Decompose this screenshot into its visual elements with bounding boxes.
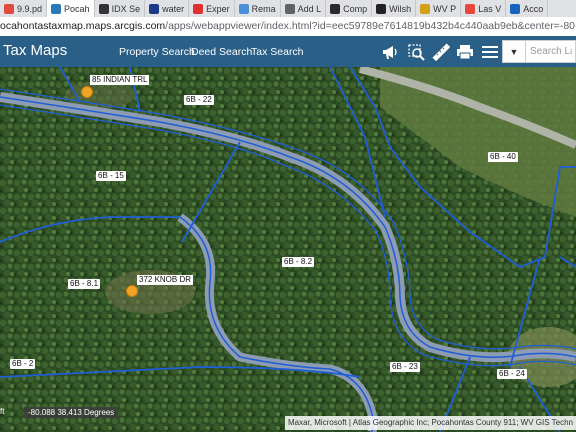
parcel-label[interactable]: 6B - 24 xyxy=(497,369,527,379)
url-path: /apps/webappviewer/index.html?id=eec5978… xyxy=(165,20,576,32)
browser-tab[interactable]: 9.9.pd xyxy=(0,0,48,17)
browser-tab[interactable]: WV P xyxy=(416,0,462,17)
tab-label: water xyxy=(162,3,185,14)
browser-tab[interactable]: Pocah xyxy=(47,0,95,17)
app-title: Tax Maps xyxy=(3,42,68,59)
address-pin[interactable] xyxy=(126,285,138,297)
tab-label: Wilsh xyxy=(389,3,412,14)
address-label: 372 KNOB DR xyxy=(137,275,194,285)
search-input[interactable] xyxy=(527,41,575,62)
scale-label: ft xyxy=(0,407,5,416)
tab-label: Exper xyxy=(206,3,230,14)
tab-favicon-icon xyxy=(98,3,109,14)
measure-icon[interactable] xyxy=(431,42,451,62)
megaphone-icon[interactable] xyxy=(380,42,400,62)
tab-label: Comp xyxy=(343,3,368,14)
address-pin[interactable] xyxy=(81,86,93,98)
tab-favicon-icon xyxy=(284,3,295,14)
parcel-label[interactable]: 6B - 23 xyxy=(390,362,420,372)
identify-icon[interactable] xyxy=(406,42,426,62)
tab-favicon-icon xyxy=(330,3,341,14)
tab-favicon-icon xyxy=(193,3,204,14)
list-icon[interactable] xyxy=(480,42,500,62)
tab-label: Rema xyxy=(251,3,276,14)
browser-tab[interactable]: Las V xyxy=(461,0,507,17)
search-dropdown-button[interactable]: ▼ xyxy=(503,41,526,62)
parcel-label[interactable]: 6B - 8.2 xyxy=(282,257,315,267)
deed-search-link[interactable]: Deed Search xyxy=(191,46,252,58)
coordinate-readout: -80.088 38.413 Degrees xyxy=(24,407,119,418)
url-host: ocahontastaxmap.maps.arcgis.com xyxy=(0,20,166,32)
tab-favicon-icon xyxy=(510,3,521,14)
tab-label: WV P xyxy=(433,3,457,14)
tab-favicon-icon xyxy=(376,3,387,14)
tax-search-link[interactable]: Tax Search xyxy=(251,46,304,58)
tab-label: 9.9.pd xyxy=(17,3,43,14)
browser-tab[interactable]: water xyxy=(145,0,190,17)
address-label: 85 INDIAN TRL xyxy=(90,75,150,85)
search-box: ▼ xyxy=(502,40,576,63)
browser-tab[interactable]: Add L xyxy=(281,0,327,17)
print-icon[interactable] xyxy=(455,42,475,62)
parcel-label[interactable]: 6B - 40 xyxy=(488,152,518,162)
browser-tab[interactable]: IDX Se xyxy=(95,0,146,17)
tab-favicon-icon xyxy=(238,3,249,14)
parcel-label[interactable]: 6B - 2 xyxy=(10,359,36,369)
browser-tab[interactable]: Rema xyxy=(235,0,281,17)
tab-favicon-icon xyxy=(149,3,160,14)
map-view[interactable]: 85 INDIAN TRL 372 KNOB DR 6B - 22 6B - 1… xyxy=(0,67,576,432)
parcel-label[interactable]: 6B - 15 xyxy=(96,171,126,181)
property-search-link[interactable]: Property Search xyxy=(119,46,195,58)
tab-favicon-icon xyxy=(420,3,431,14)
tab-label: Las V xyxy=(478,3,502,14)
tab-favicon-icon xyxy=(51,3,62,14)
parcel-label[interactable]: 6B - 8.1 xyxy=(68,279,101,289)
address-bar[interactable]: ocahontastaxmap.maps.arcgis.com/apps/web… xyxy=(0,17,576,37)
browser-tab[interactable]: Acco xyxy=(506,0,549,17)
chevron-down-icon: ▼ xyxy=(509,46,519,57)
tab-favicon-icon xyxy=(4,3,14,14)
map-attribution: Maxar, Microsoft | Atlas Geographic Inc;… xyxy=(284,416,576,430)
tab-favicon-icon xyxy=(465,3,476,14)
app-header: Tax Maps Property Search Deed Search Tax… xyxy=(0,36,576,67)
aerial-imagery xyxy=(0,67,576,432)
browser-tab[interactable]: Exper xyxy=(189,0,235,17)
browser-tab-strip: 9.9.pd Pocah IDX Se water Exper Rema Add L Comp… xyxy=(0,0,576,17)
browser-tab[interactable]: Wilsh xyxy=(372,0,417,17)
tab-label: Add L xyxy=(297,3,322,14)
browser-tab[interactable]: Comp xyxy=(326,0,373,17)
tab-label: IDX Se xyxy=(111,3,141,14)
tab-label: Pocah xyxy=(64,3,90,14)
tab-label: Acco xyxy=(523,3,544,14)
parcel-label[interactable]: 6B - 22 xyxy=(184,95,214,105)
